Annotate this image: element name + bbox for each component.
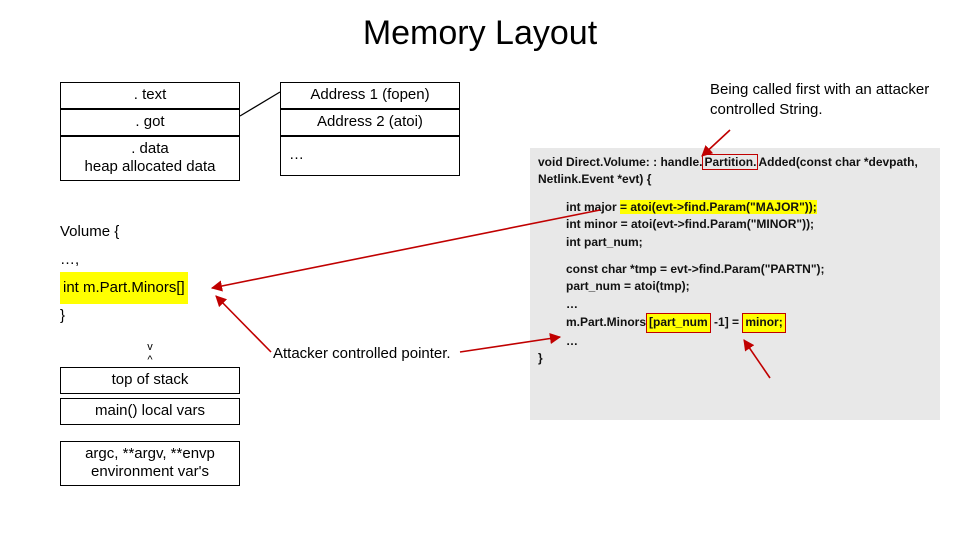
addr-dots: … (280, 136, 460, 176)
code-l4: int minor = atoi(evt->find.Param("MINOR"… (538, 216, 932, 233)
volume-minors-highlight: int m.Part.Minors[] (60, 272, 188, 305)
gap-up-arrow: ^ (60, 354, 240, 367)
addr-1: Address 1 (fopen) (280, 82, 460, 109)
code-l1c: Added(const char *devpath, (758, 155, 917, 169)
page-title: Memory Layout (0, 0, 960, 53)
mem-argc-envp: argc, **argv, **envp environment var's (60, 441, 240, 487)
address-column: Address 1 (fopen) Address 2 (atoi) … (280, 82, 460, 176)
code-l8: … (538, 296, 932, 313)
code-l3a: int major (566, 200, 620, 214)
volume-minors-row: int m.Part.Minors[] (60, 274, 240, 302)
mem-argc-line1: argc, **argv, **envp (85, 445, 215, 462)
mem-main-locals: main() local vars (60, 398, 240, 425)
code-partnum-boxed: [part_num (646, 313, 711, 332)
mem-argc-line2: environment var's (91, 463, 209, 480)
mem-data-line2: heap allocated data (85, 158, 216, 175)
code-major-atoi-hl: = atoi(evt->find.Param("MAJOR")); (620, 200, 817, 214)
attacker-pointer-label: Attacker controlled pointer. (273, 345, 451, 362)
code-l9c: -1] = (711, 315, 743, 329)
volume-open: Volume { (60, 218, 240, 246)
code-l11: } (538, 350, 932, 367)
volume-close: } (60, 302, 240, 330)
code-l7: part_num = atoi(tmp); (538, 278, 932, 295)
code-l6: const char *tmp = evt->find.Param("PARTN… (538, 261, 932, 278)
code-l9a: m.Part.Minors (566, 315, 646, 329)
mem-text-segment: . text (60, 82, 240, 109)
mem-data-line1: . data (131, 140, 169, 157)
code-l1a: void Direct.Volume: : handle. (538, 155, 702, 169)
volume-dots: …, (60, 246, 240, 274)
gap-down-arrow: v (60, 341, 240, 354)
volume-struct: Volume { …, int m.Part.Minors[] } (60, 218, 240, 330)
code-minor-boxed: minor; (742, 313, 785, 332)
mem-got-segment: . got (60, 109, 240, 136)
code-l10: … (538, 333, 932, 350)
callout-top: Being called first with an attacker cont… (710, 80, 930, 119)
mem-data-segment: . data heap allocated data (60, 136, 240, 182)
memory-column: . text . got . data heap allocated data (60, 82, 240, 181)
code-snippet: void Direct.Volume: : handle.Partition.A… (530, 148, 940, 420)
addr-2: Address 2 (atoi) (280, 109, 460, 136)
code-l5: int part_num; (538, 234, 932, 251)
memory-column-lower: v ^ top of stack main() local vars argc,… (60, 341, 240, 486)
code-partition-boxed: Partition. (702, 154, 758, 170)
mem-top-of-stack: top of stack (60, 367, 240, 394)
code-l2: Netlink.Event *evt) { (538, 171, 932, 188)
